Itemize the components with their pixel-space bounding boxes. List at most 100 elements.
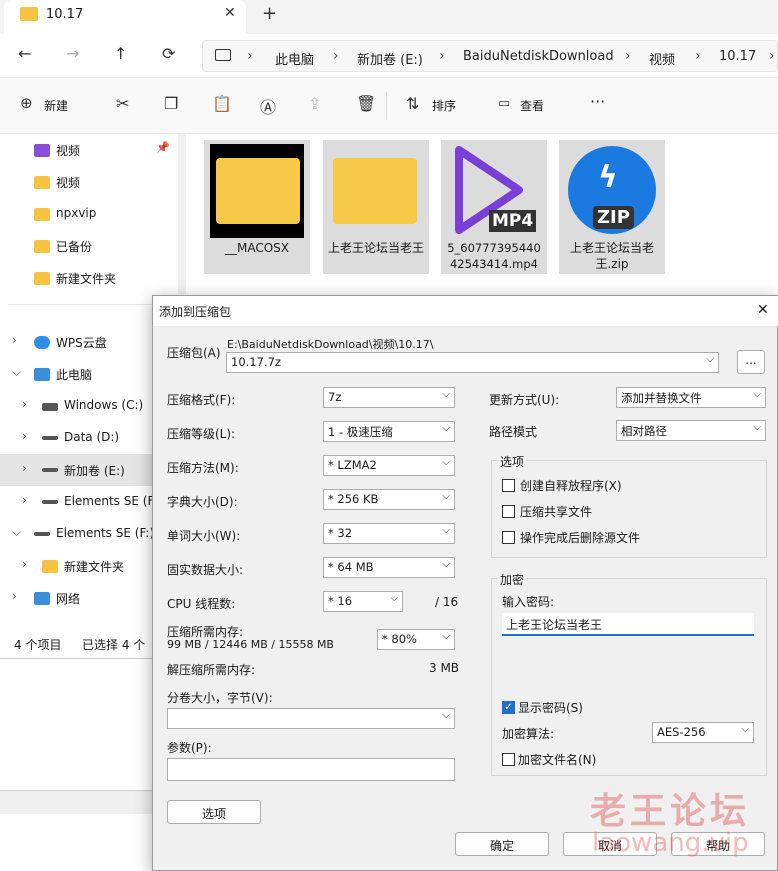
sidebar-item-video-2[interactable]: 视频 [0, 166, 186, 198]
breadcrumb-10-17[interactable]: 10.17 [719, 49, 756, 64]
options-group: 选项 创建自释放程序(X) 压缩共享文件 操作完成后删除源文件 [491, 453, 767, 558]
archive-path: E:\BaiduNetdiskDownload\视频\10.17\ [227, 338, 434, 351]
solid-select[interactable]: * 64 MB ⌵ [323, 557, 455, 578]
address-bar[interactable]: › 此电脑 › 新加卷 (E:) › BaiduNetdiskDownload … [202, 40, 778, 72]
sidebar-item-label: Data (D:) [64, 430, 120, 444]
sidebar-item-npxvip[interactable]: npxvip [0, 198, 186, 230]
enc-method-select[interactable]: AES-256 ⌵ [652, 722, 754, 743]
shared-checkbox[interactable]: 压缩共享文件 [502, 503, 752, 521]
checkbox[interactable] [502, 531, 515, 544]
chevron-right-icon[interactable]: › [22, 557, 27, 571]
file-item-zip[interactable]: ϟ ZIP 上老王论坛当老王.zip [559, 140, 665, 274]
file-item-mp4[interactable]: MP4 5_60777395440 42543414.mp4 [441, 140, 547, 274]
file-name: 上老王论坛当老王 [327, 241, 424, 255]
archive-name-combo[interactable]: 10.17.7z ⌵ [226, 352, 719, 373]
back-icon[interactable]: ← [18, 44, 31, 63]
file-item-macosx[interactable]: __MACOSX [204, 140, 310, 274]
path-select[interactable]: 相对路径 ⌵ [616, 420, 766, 441]
update-value: 添加并替换文件 [621, 391, 702, 405]
pin-icon[interactable]: 📌 [156, 141, 170, 154]
chevron-down-icon[interactable]: ⌵ [12, 525, 21, 540]
split-select[interactable]: ⌵ [167, 708, 455, 729]
folder-icon [216, 158, 300, 224]
chevron-down-icon[interactable]: ⌵ [12, 365, 21, 380]
more-icon[interactable]: ··· [590, 92, 605, 111]
close-tab-icon[interactable]: ✕ [224, 5, 236, 21]
chevron-down-icon: ⌵ [442, 457, 450, 468]
new-button[interactable]: 新建 [44, 97, 68, 114]
share-icon[interactable]: ⇪ [308, 94, 321, 113]
checkbox[interactable] [502, 479, 515, 492]
level-select[interactable]: 1 - 极速压缩 ⌵ [323, 421, 455, 442]
new-tab-icon[interactable]: + [262, 3, 277, 24]
window-edge [0, 658, 152, 659]
chevron-down-icon: ⌵ [442, 710, 450, 721]
file-item-folder[interactable]: 上老王论坛当老王 [323, 140, 429, 274]
breadcrumb-video[interactable]: 视频 [649, 49, 675, 68]
ok-button[interactable]: 确定 [455, 832, 549, 856]
tab-10-17[interactable]: 10.17 ✕ [4, 0, 246, 34]
forward-icon[interactable]: → [66, 44, 79, 63]
sfx-checkbox[interactable]: 创建自释放程序(X) [502, 477, 752, 495]
sidebar-item-backup[interactable]: 已备份 [0, 230, 186, 262]
drive-icon [42, 403, 58, 411]
format-select[interactable]: 7z ⌵ [323, 387, 455, 408]
checkbox-checked[interactable]: ✓ [502, 701, 515, 714]
background-window [0, 790, 152, 814]
paste-icon[interactable]: 📋 [212, 94, 232, 113]
chevron-right-icon[interactable]: › [22, 429, 27, 443]
chevron-right-icon[interactable]: › [22, 397, 27, 411]
close-icon[interactable]: ✕ [757, 302, 769, 318]
encrypt-names-checkbox[interactable]: 加密文件名(N) [502, 751, 702, 769]
breadcrumb-baidu[interactable]: BaiduNetdiskDownload [463, 49, 614, 64]
sidebar-item-label: 此电脑 [56, 368, 93, 382]
cpu-total: / 16 [435, 595, 459, 609]
chevron-right-icon[interactable]: › [22, 461, 27, 475]
checkbox[interactable] [502, 753, 515, 766]
show-password-checkbox[interactable]: ✓ 显示密码(S) [502, 699, 702, 717]
params-input[interactable] [167, 758, 455, 781]
cpu-label: CPU 线程数: [167, 597, 236, 611]
refresh-icon[interactable]: ⟳ [162, 44, 175, 63]
cpu-select[interactable]: * 16 ⌵ [323, 591, 403, 612]
sort-icon: ⇅ [406, 94, 420, 113]
options-button[interactable]: 选项 [167, 800, 261, 824]
cut-icon[interactable]: ✂ [116, 94, 129, 113]
view-button[interactable]: 查看 [520, 97, 544, 114]
scrollbar[interactable] [178, 134, 186, 294]
selected-count: 已选择 4 个 [82, 638, 146, 652]
dict-select[interactable]: * 256 KB ⌵ [323, 489, 455, 510]
sidebar-item-new-folder[interactable]: 新建文件夹 [0, 262, 186, 294]
word-select[interactable]: * 32 ⌵ [323, 523, 455, 544]
folder-icon [333, 158, 417, 224]
copy-icon[interactable]: ❐ [164, 94, 178, 113]
show-password-label: 显示密码(S) [518, 701, 583, 715]
delete-icon[interactable]: 🗑 [356, 94, 376, 113]
chevron-down-icon: ⌵ [753, 389, 761, 400]
drive-icon [42, 436, 58, 440]
update-label: 更新方式(U): [489, 393, 560, 407]
solid-label: 固实数据大小: [167, 563, 244, 577]
path-value: 相对路径 [621, 424, 667, 438]
method-value: * LZMA2 [328, 458, 377, 472]
delete-source-checkbox[interactable]: 操作完成后删除源文件 [502, 529, 752, 547]
password-input[interactable]: 上老王论坛当老王 [502, 613, 754, 636]
update-select[interactable]: 添加并替换文件 ⌵ [616, 387, 766, 408]
checkbox[interactable] [502, 505, 515, 518]
chevron-down-icon: ⌵ [390, 593, 398, 604]
chevron-right-icon[interactable]: › [12, 333, 17, 347]
chevron-down-icon: ⌵ [741, 724, 749, 735]
browse-button[interactable]: ... [737, 350, 765, 374]
method-select[interactable]: * LZMA2 ⌵ [323, 455, 455, 476]
chevron-right-icon[interactable]: › [12, 589, 17, 603]
chevron-right-icon[interactable]: › [22, 493, 27, 507]
breadcrumb-drive-e[interactable]: 新加卷 (E:) [357, 49, 423, 68]
rename-icon[interactable]: Ⓐ [260, 94, 276, 118]
folder-icon [34, 240, 50, 253]
mem-percent-select[interactable]: * 80% ⌵ [377, 629, 455, 650]
sort-button[interactable]: 排序 [432, 97, 456, 114]
up-icon[interactable]: ↑ [114, 44, 127, 63]
zip-badge: ZIP [593, 206, 634, 229]
breadcrumb-this-pc[interactable]: 此电脑 [275, 49, 314, 68]
sidebar-item-video[interactable]: 视频 📌 [0, 134, 186, 166]
